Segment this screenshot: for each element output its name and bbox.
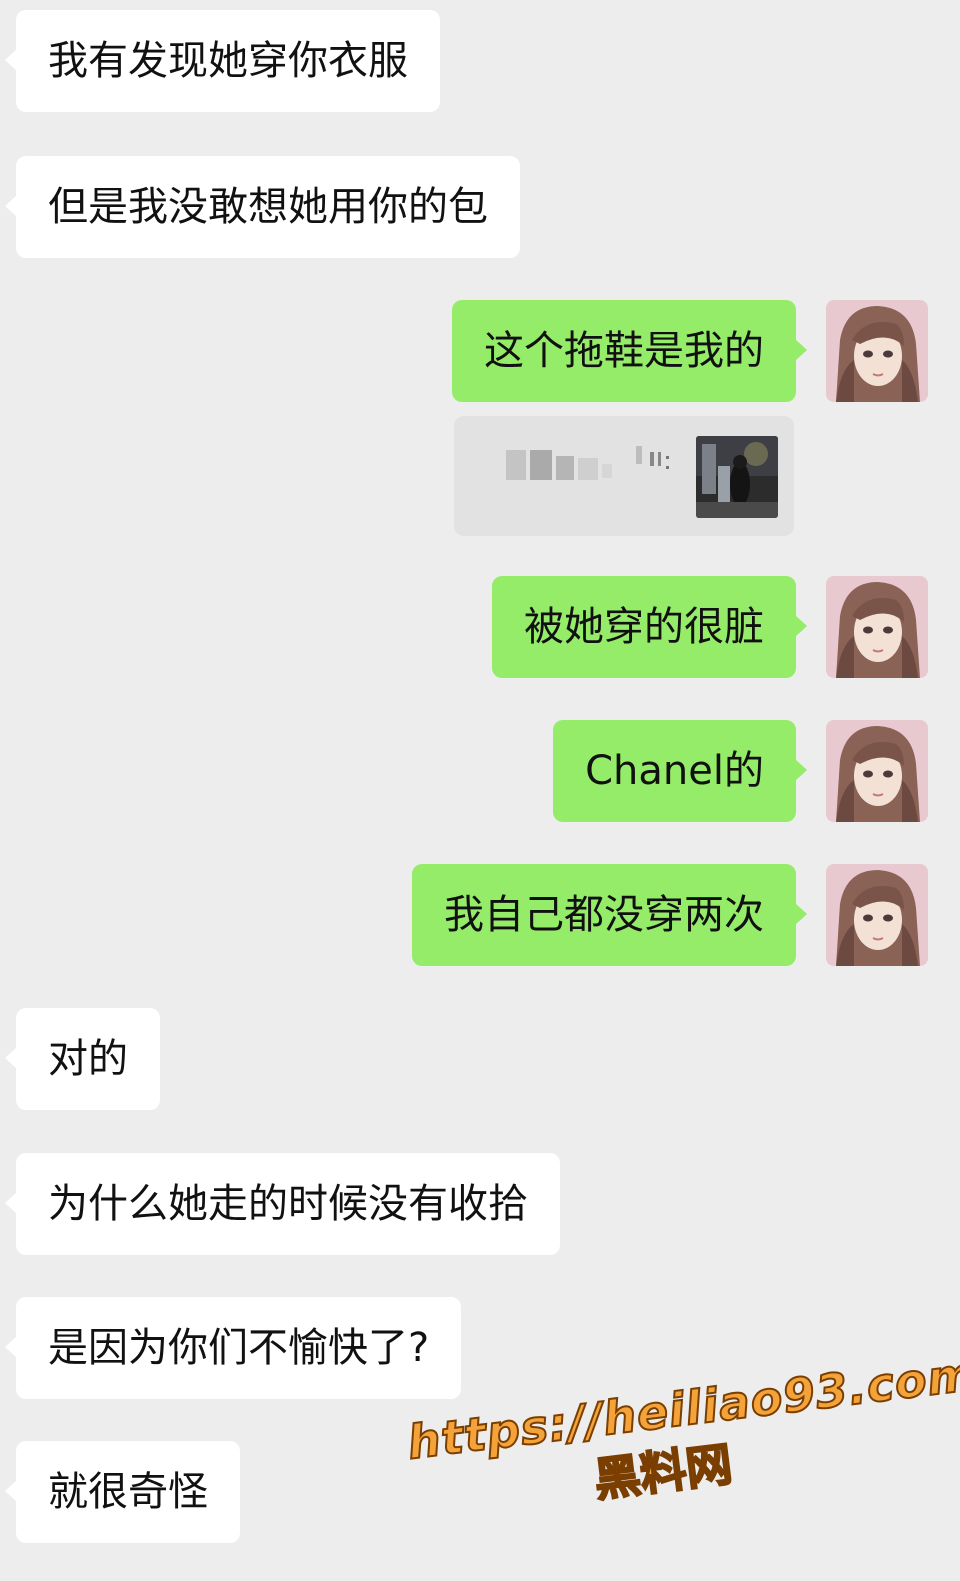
blurred-text [666, 466, 669, 469]
message-bubble-outgoing[interactable]: 我自己都没穿两次 [412, 864, 807, 966]
watermark: https://heiliao93.com 黑料网 [403, 1345, 960, 1572]
message-text: 就很奇怪 [48, 1469, 208, 1515]
avatar-image [826, 720, 928, 822]
avatar-image [826, 576, 928, 678]
message-bubble-incoming[interactable]: 就很奇怪 [5, 1441, 240, 1543]
blurred-text [506, 450, 526, 480]
message-text: 为什么她走的时候没有收拾 [48, 1181, 528, 1227]
blurred-text [636, 446, 642, 464]
message-bubble-outgoing[interactable]: 被她穿的很脏 [492, 576, 807, 678]
blurred-text [578, 458, 598, 480]
avatar[interactable] [826, 720, 928, 822]
message-text: 被她穿的很脏 [524, 604, 764, 650]
avatar-image [826, 300, 928, 402]
message-text: 我有发现她穿你衣服 [48, 38, 408, 84]
message-bubble-incoming[interactable]: 我有发现她穿你衣服 [5, 10, 440, 112]
blurred-text [666, 456, 669, 459]
blurred-text [602, 464, 612, 478]
blurred-text [658, 452, 661, 466]
message-bubble-outgoing[interactable]: 这个拖鞋是我的 [452, 300, 807, 402]
message-bubble-incoming[interactable]: 为什么她走的时候没有收拾 [5, 1153, 560, 1255]
message-text: Chanel的 [585, 748, 764, 794]
message-text: 但是我没敢想她用你的包 [48, 184, 488, 230]
blurred-text [556, 456, 574, 480]
blurred-text [530, 450, 552, 480]
message-bubble-incoming[interactable]: 但是我没敢想她用你的包 [5, 156, 520, 258]
photo-thumbnail-icon [696, 436, 778, 518]
avatar[interactable] [826, 300, 928, 402]
blurred-text [650, 452, 654, 466]
message-text: 这个拖鞋是我的 [484, 328, 764, 374]
avatar-image [826, 864, 928, 966]
message-bubble-incoming[interactable]: 是因为你们不愉快了? [4, 1297, 462, 1399]
avatar[interactable] [826, 864, 928, 966]
photo-thumbnail[interactable] [696, 436, 778, 518]
avatar[interactable] [826, 576, 928, 678]
message-text: 是因为你们不愉快了? [48, 1325, 430, 1371]
message-bubble-incoming[interactable]: 对的 [5, 1008, 160, 1110]
chat-view[interactable]: 我有发现她穿你衣服 但是我没敢想她用你的包 这个拖鞋是我的 被她穿的很脏 Cha… [0, 0, 960, 1581]
message-text: 对的 [48, 1036, 128, 1082]
message-text: 我自己都没穿两次 [444, 892, 764, 938]
message-bubble-outgoing[interactable]: Chanel的 [553, 720, 807, 822]
